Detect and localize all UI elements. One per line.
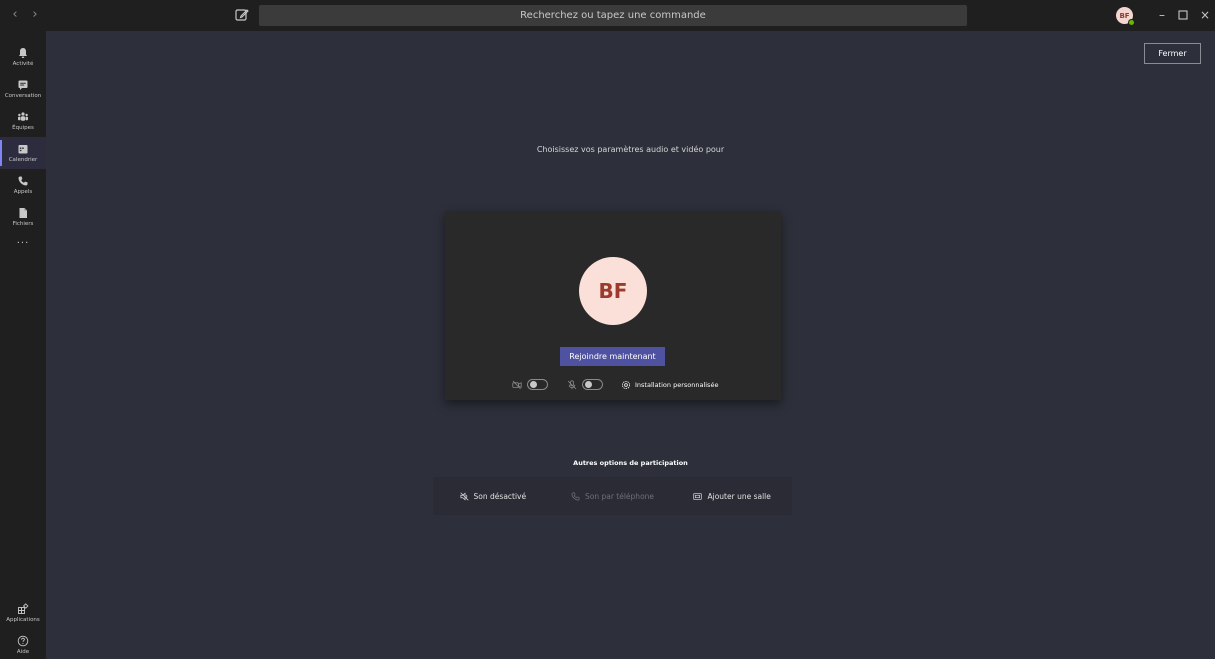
close-window-icon[interactable]: × <box>1198 8 1212 22</box>
gear-icon <box>622 381 630 389</box>
audio-video-prompt: Choisissez vos paramètres audio et vidéo… <box>536 145 725 154</box>
device-controls: Installation personnalisée <box>445 378 781 392</box>
join-now-button[interactable]: Rejoindre maintenant <box>560 347 665 366</box>
camera-off-icon <box>512 380 522 390</box>
teams-icon <box>18 112 28 121</box>
profile-avatar[interactable]: BF <box>1116 7 1135 26</box>
forward-arrow-icon[interactable]: › <box>30 8 40 22</box>
file-icon <box>19 208 27 218</box>
other-options-title: Autres options de participation <box>573 459 688 467</box>
audio-off-option[interactable]: Son désactivé <box>433 492 553 501</box>
rail-item-calendar[interactable]: Calendrier <box>0 137 46 169</box>
help-icon <box>17 635 29 647</box>
rail-item-calls[interactable]: Appels <box>0 169 46 201</box>
chat-icon <box>18 80 28 90</box>
add-room-label: Ajouter une salle <box>707 491 771 501</box>
rail-item-files[interactable]: Fichiers <box>0 201 46 233</box>
speaker-off-icon <box>460 491 469 501</box>
presence-available-icon <box>1128 19 1135 26</box>
custom-setup-link[interactable]: Installation personnalisée <box>621 378 718 392</box>
search-input[interactable]: Recherchez ou tapez une commande <box>259 5 967 26</box>
rail-label: Applications <box>6 617 40 623</box>
bell-icon <box>19 48 27 58</box>
rail-label: Aide <box>16 649 30 655</box>
user-avatar: BF <box>579 257 647 325</box>
phone-audio-option: Son par téléphone <box>553 492 673 501</box>
back-arrow-icon[interactable]: ‹ <box>10 8 20 22</box>
rail-item-teams[interactable]: Équipes <box>0 105 46 137</box>
rail-label: Activité <box>12 61 34 67</box>
phone-icon <box>571 492 580 500</box>
more-apps-icon[interactable]: ··· <box>0 239 46 249</box>
add-room-option[interactable]: Ajouter une salle <box>672 492 792 501</box>
calendar-icon <box>18 145 28 154</box>
camera-toggle[interactable] <box>527 379 548 390</box>
mic-off-icon <box>567 380 577 390</box>
rail-item-chat[interactable]: Conversation <box>0 73 46 105</box>
other-join-options: Son désactivé Son par téléphone Ajouter … <box>433 477 792 515</box>
apps-icon <box>18 603 29 614</box>
phone-icon <box>18 176 28 186</box>
rail-label: Appels <box>13 189 33 195</box>
title-bar: ‹ › Recherchez ou tapez une commande BF … <box>0 0 1215 31</box>
rail-item-apps[interactable]: Applications <box>0 597 46 629</box>
app-bar: Activité Conversation Équipes Calendrier… <box>0 31 46 659</box>
custom-setup-label: Installation personnalisée <box>635 381 719 389</box>
pre-join-screen: Fermer Choisissez vos paramètres audio e… <box>46 31 1215 659</box>
rail-label: Calendrier <box>8 157 38 163</box>
maximize-icon[interactable] <box>1176 8 1190 22</box>
history-nav: ‹ › <box>10 8 40 22</box>
minimize-icon[interactable]: – <box>1155 8 1169 22</box>
close-button[interactable]: Fermer <box>1144 43 1201 64</box>
toggle-knob <box>585 381 592 388</box>
preview-card: BF Rejoindre maintenant Installation per… <box>445 211 781 400</box>
audio-off-label: Son désactivé <box>473 491 527 501</box>
compose-icon[interactable] <box>234 7 250 23</box>
rail-item-activity[interactable]: Activité <box>0 41 46 73</box>
toggle-knob <box>530 381 537 388</box>
rail-item-help[interactable]: Aide <box>0 629 46 659</box>
profile-initials: BF <box>1119 11 1130 20</box>
avatar-initials: BF <box>598 279 628 303</box>
phone-audio-label: Son par téléphone <box>584 491 655 501</box>
mic-toggle[interactable] <box>582 379 603 390</box>
room-icon <box>693 492 703 500</box>
rail-label: Conversation <box>4 93 42 99</box>
rail-label: Fichiers <box>12 221 34 227</box>
rail-label: Équipes <box>12 125 34 131</box>
